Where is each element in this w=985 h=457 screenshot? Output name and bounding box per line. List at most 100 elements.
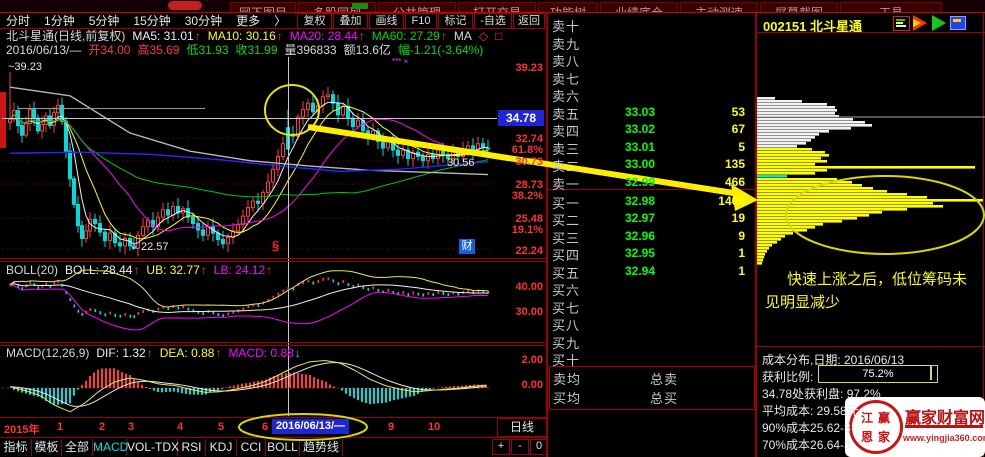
header-token: 量396833 <box>285 43 337 57</box>
indicator-toolbar-item[interactable]: CCI <box>237 439 266 456</box>
price-axis-label: 22.24 <box>499 245 543 257</box>
order-book-row[interactable]: 买八 <box>549 314 755 331</box>
indicator-toolbar-item[interactable]: MACD <box>93 439 127 456</box>
indicator-toolbar-item[interactable]: 指标 <box>0 439 32 456</box>
order-book-price: 32.95 <box>615 246 665 260</box>
date-tick: 10 <box>428 421 440 433</box>
boll-chart[interactable] <box>2 262 497 342</box>
order-book-average-label: 买均 <box>553 388 581 407</box>
indicator-toolbar-item[interactable]: 趋势线 <box>300 439 343 456</box>
low-price-label: ←22.57 <box>130 241 169 253</box>
order-book-row[interactable]: 买十 <box>549 349 755 366</box>
top-menu-item[interactable]: 功能树 <box>538 2 598 12</box>
macd-chart[interactable] <box>2 345 497 416</box>
order-book-row[interactable]: 卖四33.0267 <box>549 120 755 137</box>
order-book-price: 33.00 <box>615 157 665 171</box>
axis-year-label: 2015年 <box>4 421 39 437</box>
header-token: □ <box>495 29 502 43</box>
crosshair-price-tag: 34.78 <box>498 110 544 126</box>
order-book-row[interactable]: 卖五33.0353 <box>549 103 755 120</box>
chart-buttons: 复权叠加画线F10标记-自选返回 <box>0 0 546 28</box>
header-token: 高35.69 <box>137 43 179 57</box>
selected-date-box[interactable]: 2016/06/13/— <box>272 419 349 434</box>
header-token: MA5: 31.01 <box>132 29 193 43</box>
window-icon[interactable] <box>950 16 966 30</box>
order-book-row[interactable]: 买二32.9719 <box>549 209 755 226</box>
date-tick: 1 <box>57 421 63 433</box>
order-book-row[interactable]: 买五32.941 <box>549 262 755 279</box>
main-price-chart[interactable] <box>2 57 497 258</box>
order-book-row[interactable]: 买六 <box>549 279 755 296</box>
order-book-row[interactable]: 卖十 <box>549 15 755 32</box>
order-book-row[interactable]: 卖一32.99466 <box>549 173 755 190</box>
header-token: 北斗星通(日线,前复权) <box>6 29 125 43</box>
order-book-row[interactable]: 买四32.951 <box>549 244 755 261</box>
date-tick: 2 <box>99 421 105 433</box>
top-menu-item[interactable]: 业绩底仓 <box>600 2 678 12</box>
header-token: 开34.00 <box>88 43 130 57</box>
order-book-row[interactable]: 卖九 <box>549 33 755 50</box>
chart-button[interactable]: 标记 <box>438 13 473 29</box>
boll-axis-label: 30.00 <box>499 306 543 318</box>
header-token: ↑ <box>195 29 201 43</box>
zoom-out-button[interactable]: - <box>511 439 529 455</box>
left-edge-candle <box>0 92 6 148</box>
app-window: 网下图目多股同列公共管理打开交易功能树业绩底仓主动测速屏幕截图工具 分时1分钟5… <box>0 0 985 457</box>
header-token: ↑ <box>277 29 283 43</box>
order-book-volume: 1 <box>738 264 745 278</box>
order-book-volume: 1 <box>738 246 745 260</box>
chart-button[interactable]: 复权 <box>297 13 332 29</box>
chip-distribution-chart[interactable] <box>757 33 985 270</box>
order-book-price: 32.94 <box>615 264 665 278</box>
indicator-toolbar-item[interactable]: 模板 <box>32 439 62 456</box>
resistance-line <box>18 108 205 109</box>
order-book-price: 33.01 <box>615 140 665 154</box>
price-axis-label: 39.23 <box>499 62 543 74</box>
indicator-toolbar-item[interactable]: VOL-TDX <box>127 439 178 456</box>
price-axis-label: 19.1% <box>499 224 543 236</box>
volume-list-icon[interactable] <box>893 16 910 31</box>
macd-axis-label: 2.00 <box>499 354 543 366</box>
order-book-row[interactable]: 买九 <box>549 332 755 349</box>
header-token: MA <box>454 29 472 43</box>
period-label[interactable]: 日线 <box>497 418 547 437</box>
stock-header-line: 北斗星通(日线,前复权)MA5: 31.01↑MA10: 30.16↑MA20:… <box>6 29 541 43</box>
annotation-line-2: 见明显减少 <box>765 291 840 312</box>
price-axis-label: 30.73 <box>499 156 543 168</box>
top-menu-item[interactable]: 主动测速 <box>680 2 758 12</box>
chart-button[interactable]: 画线 <box>369 13 404 29</box>
order-book-row[interactable]: 买三32.969 <box>549 227 755 244</box>
indicator-toolbar-item[interactable]: KDJ <box>206 439 237 456</box>
chart-button[interactable]: F10 <box>405 13 437 29</box>
order-book-row[interactable]: 买七 <box>549 297 755 314</box>
order-book-row[interactable]: 卖七 <box>549 68 755 85</box>
cost-stat-line: 成本分布,日期: 2016/06/13 <box>762 351 904 368</box>
header-token: ◇ <box>479 29 488 43</box>
order-book-total-label: 总卖 <box>650 369 678 388</box>
indicator-toolbar-item[interactable]: BOLL <box>266 439 300 456</box>
indicator-toolbar-item[interactable]: 全部 <box>62 439 93 456</box>
date-tick: 3 <box>128 421 134 433</box>
top-menu-item[interactable]: 屏幕截图 <box>760 2 838 12</box>
date-tick: 6 <box>262 421 268 433</box>
order-book-volume: 9 <box>738 229 745 243</box>
order-book-average-label: 卖均 <box>553 369 581 388</box>
chart-button[interactable]: 叠加 <box>333 13 368 29</box>
cost-stat-line: 90%成本25.62-3 <box>762 419 851 436</box>
order-book-row[interactable]: 卖二33.00135 <box>549 155 755 172</box>
order-book-row[interactable]: 卖八 <box>549 50 755 67</box>
arrow-icon[interactable] <box>932 15 946 31</box>
header-token: MA60: 27.29 <box>372 29 440 43</box>
chart-button[interactable]: 返回 <box>513 13 545 29</box>
indicator-toolbar-item[interactable]: RSI <box>178 439 206 456</box>
chart-button[interactable]: -自选 <box>474 13 512 29</box>
order-book-row[interactable]: 卖三33.015 <box>549 138 755 155</box>
spring-icon: § <box>272 238 279 253</box>
order-book-row[interactable]: 卖六 <box>549 85 755 102</box>
top-menu-item[interactable]: 工具 <box>840 2 942 12</box>
date-tick: 4 <box>177 421 183 433</box>
order-book-row[interactable]: 买一32.981406 <box>549 192 755 209</box>
finance-icon[interactable]: 财 <box>459 239 475 254</box>
indicator-toolbar: 指标模板全部MACDVOL-TDXRSIKDJCCIBOLL趋势线 <box>0 437 546 457</box>
zoom-in-button[interactable]: + <box>492 439 510 455</box>
